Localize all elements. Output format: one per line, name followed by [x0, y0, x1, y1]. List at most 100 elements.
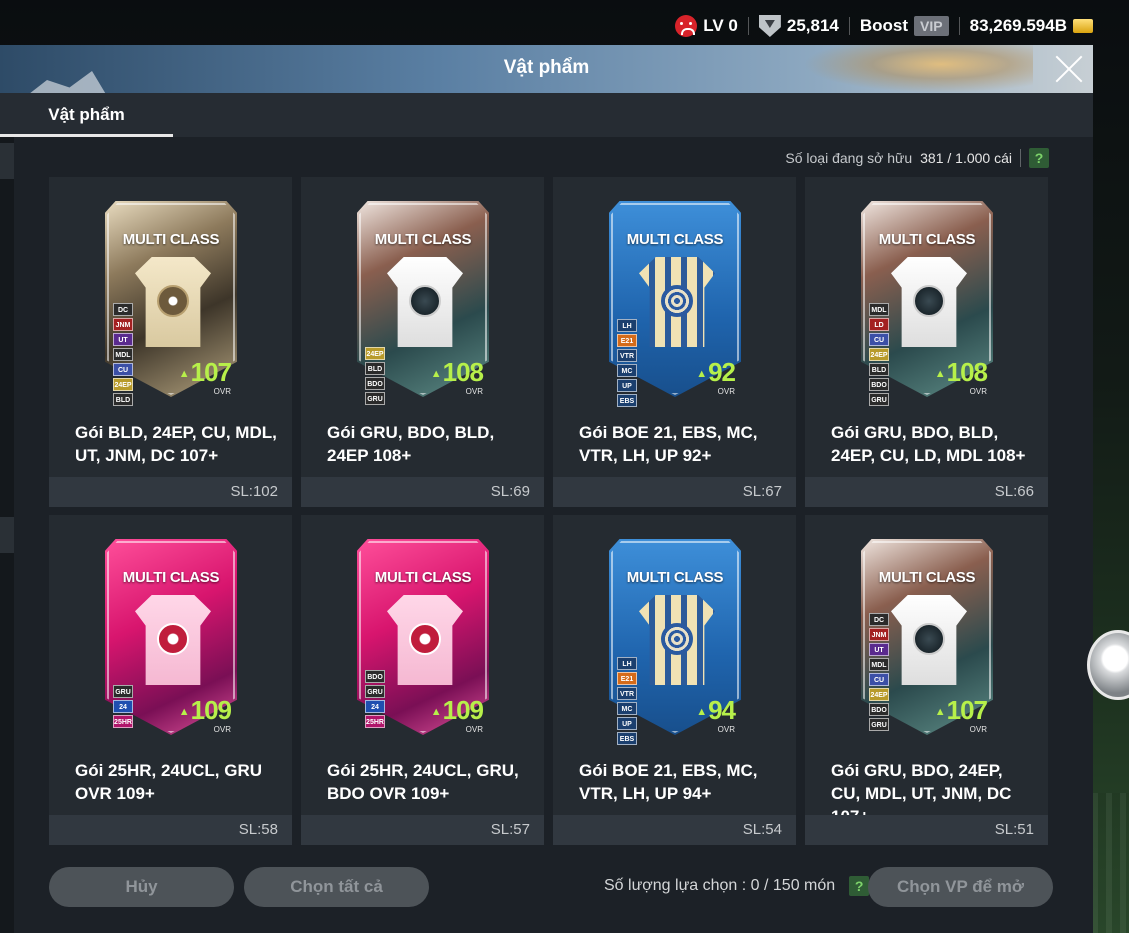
class-tag: E21: [617, 672, 637, 685]
item-card[interactable]: MULTI CLASS GRU 24 25HR 109 OVR Gói 25HR…: [49, 515, 292, 845]
ovr-value: 107: [179, 359, 232, 387]
class-tag: 24: [113, 700, 133, 713]
class-tag: CU: [869, 673, 889, 686]
class-tag: MC: [617, 364, 637, 377]
selection-count-label: Số lượng lựa chọn : 0 / 150 món: [604, 877, 836, 894]
boost-group[interactable]: Boost VIP: [860, 16, 949, 36]
ovr-badge: 107 OVR: [179, 359, 232, 396]
item-name: Gói GRU, BDO, BLD, 24EP 108+: [327, 423, 495, 465]
ovr-value: 108: [431, 359, 484, 387]
pack-art: MULTI CLASS GRU 24 25HR 109 OVR: [105, 539, 237, 735]
item-card[interactable]: MULTI CLASS DC JNM UT MDL CU 24EP BDO GR…: [805, 515, 1048, 845]
cancel-button[interactable]: Hủy: [49, 867, 234, 907]
pack-art: MULTI CLASS LH E21 VTR MC UP EBS 94 OVR: [609, 539, 741, 745]
class-tag: E21: [617, 334, 637, 347]
panel-header: Vật phẩm: [0, 45, 1093, 93]
class-tag: JNM: [113, 318, 133, 331]
item-card[interactable]: MULTI CLASS DC JNM UT MDL CU 24EP BLD 10…: [49, 177, 292, 507]
divider: [747, 17, 749, 35]
class-tag: BDO: [365, 670, 385, 683]
pack-art: MULTI CLASS MDL LD CU 24EP BLD BDO GRU 1…: [861, 201, 993, 406]
owned-value: 381 / 1.000 cái: [920, 150, 1012, 166]
item-count: SL:66: [805, 477, 1048, 507]
item-count: SL:67: [553, 477, 796, 507]
pack-label: MULTI CLASS: [122, 231, 220, 248]
balance-group[interactable]: 83,269.594B: [970, 16, 1093, 36]
class-tag: UP: [617, 717, 637, 730]
shield-value: 25,814: [786, 16, 839, 35]
ovr-unit: OVR: [717, 387, 735, 397]
crest-icon: [157, 623, 189, 655]
pack-art: MULTI CLASS 24EP BLD BDO GRU 108 OVR: [357, 201, 489, 405]
class-tag: MDL: [869, 303, 889, 316]
owned-count-row: Số loại đang sở hữu 381 / 1.000 cái ?: [785, 148, 1049, 168]
shield-group[interactable]: 25,814: [758, 15, 839, 37]
ovr-value: 109: [431, 697, 484, 725]
class-tags: LH E21 VTR MC UP EBS: [617, 319, 637, 407]
class-tag: UT: [113, 333, 133, 346]
tab-items[interactable]: Vật phẩm: [0, 93, 173, 137]
ovr-unit: OVR: [465, 387, 483, 397]
class-tag: 24EP: [869, 688, 889, 701]
class-tag: BDO: [869, 703, 889, 716]
ovr-value: 109: [179, 697, 232, 725]
class-tag: GRU: [365, 392, 385, 405]
crest-icon: [157, 285, 189, 317]
item-card[interactable]: MULTI CLASS 24EP BLD BDO GRU 108 OVR Gói…: [301, 177, 544, 507]
class-tag: 24EP: [113, 378, 133, 391]
open-selected-button[interactable]: Chọn VP để mở: [868, 867, 1053, 907]
class-tags: MDL LD CU 24EP BLD BDO GRU: [869, 303, 889, 406]
pack-label: MULTI CLASS: [626, 569, 724, 586]
help-icon[interactable]: ?: [1029, 148, 1049, 168]
class-tags: GRU 24 25HR: [113, 685, 133, 728]
crest-icon: [409, 623, 441, 655]
coin-icon: [1073, 19, 1093, 33]
item-card[interactable]: MULTI CLASS LH E21 VTR MC UP EBS 92 OVR …: [553, 177, 796, 507]
select-all-button[interactable]: Chọn tất cả: [244, 867, 429, 907]
crest-icon: [409, 285, 441, 317]
item-name: Gói 25HR, 24UCL, GRU OVR 109+: [75, 761, 263, 803]
class-tag: BLD: [365, 362, 385, 375]
item-name: Gói BOE 21, EBS, MC, VTR, LH, UP 94+: [579, 761, 758, 803]
boost-label: Boost: [859, 16, 909, 35]
pack-art: MULTI CLASS LH E21 VTR MC UP EBS 92 OVR: [609, 201, 741, 407]
item-count: SL:57: [301, 815, 544, 845]
mood-icon: [675, 15, 698, 37]
divider: [848, 17, 850, 35]
item-count: SL:51: [805, 815, 1048, 845]
class-tag: UT: [869, 643, 889, 656]
divider: [1020, 149, 1021, 167]
class-tag: CU: [869, 333, 889, 346]
pack-label: MULTI CLASS: [878, 569, 976, 586]
ovr-unit: OVR: [717, 725, 735, 735]
owned-label: Số loại đang sở hữu: [785, 150, 913, 166]
ovr-badge: 109 OVR: [431, 697, 484, 734]
item-card[interactable]: MULTI CLASS BDO GRU 24 25HR 109 OVR Gói …: [301, 515, 544, 845]
level-text: LV 0: [703, 16, 738, 35]
close-button[interactable]: [1053, 53, 1085, 85]
class-tag: LH: [617, 657, 637, 670]
ovr-badge: 108 OVR: [935, 359, 988, 396]
help-icon[interactable]: ?: [849, 876, 870, 896]
item-count: SL:102: [49, 477, 292, 507]
ovr-badge: 107 OVR: [935, 697, 988, 734]
item-card[interactable]: MULTI CLASS MDL LD CU 24EP BLD BDO GRU 1…: [805, 177, 1048, 507]
item-card[interactable]: MULTI CLASS LH E21 VTR MC UP EBS 94 OVR …: [553, 515, 796, 845]
vip-badge: VIP: [914, 16, 949, 36]
class-tag: BLD: [113, 393, 133, 406]
class-tag: LH: [617, 319, 637, 332]
class-tag: GRU: [869, 718, 889, 731]
class-tag: DC: [113, 303, 133, 316]
item-name: Gói BLD, 24EP, CU, MDL, UT, JNM, DC 107+: [75, 423, 277, 465]
item-name: Gói GRU, BDO, BLD, 24EP, CU, LD, MDL 108…: [831, 423, 1026, 465]
class-tags: 24EP BLD BDO GRU: [365, 347, 385, 405]
pack-label: MULTI CLASS: [374, 231, 472, 248]
pack-label: MULTI CLASS: [878, 231, 976, 248]
pack-label: MULTI CLASS: [122, 569, 220, 586]
items-panel: Vật phẩm Vật phẩm Số loại đang sở hữu 38…: [0, 45, 1093, 933]
ovr-badge: 108 OVR: [431, 359, 484, 397]
crest-icon: [661, 285, 693, 317]
level-group[interactable]: LV 0: [675, 15, 738, 37]
ovr-unit: OVR: [213, 725, 231, 735]
side-notch: [0, 143, 14, 179]
